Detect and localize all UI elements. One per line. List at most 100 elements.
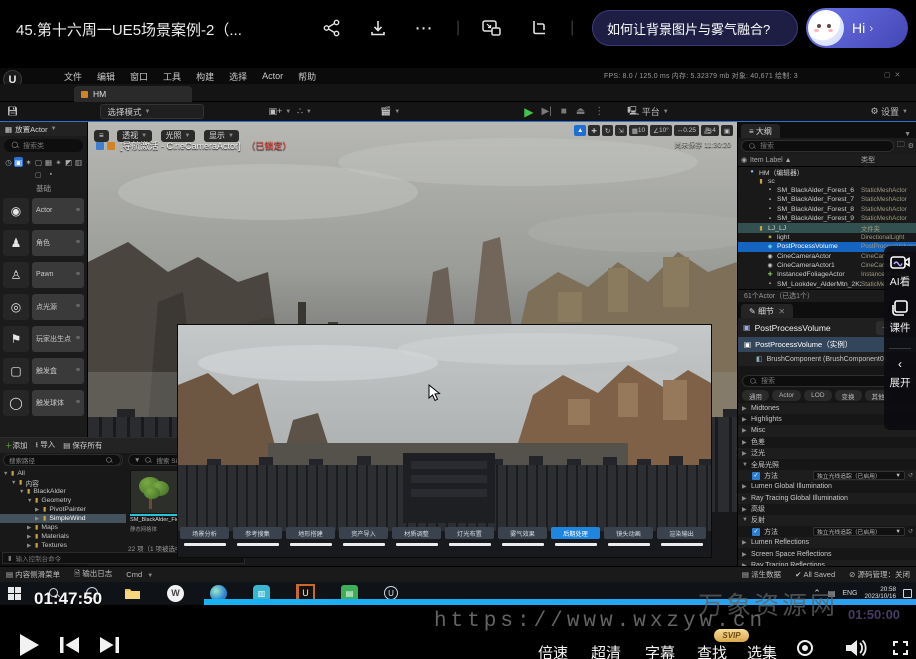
move-tool-icon[interactable]: ✚ <box>588 125 599 136</box>
tab-outliner[interactable]: ≡ 大纲 <box>741 124 780 138</box>
speed-button[interactable]: 倍速 <box>538 642 568 659</box>
place-item[interactable]: ♙Pawn≡ <box>3 261 84 288</box>
chapter-button[interactable]: 雾气效果 <box>498 527 547 539</box>
details-filter-pill[interactable]: Actor <box>772 390 801 401</box>
outliner-row[interactable]: ●HM（编辑器） <box>738 167 916 176</box>
chapter-button[interactable]: 镜头动画 <box>604 527 653 539</box>
checkbox-icon[interactable]: ✓ <box>752 472 760 480</box>
menu-item[interactable]: 编辑 <box>97 70 115 83</box>
record-icon[interactable] <box>797 640 813 656</box>
settings-dropdown[interactable]: ⚙ 设置▼ <box>870 105 908 118</box>
lights-icon[interactable]: ✶ <box>24 157 33 167</box>
path-search-input[interactable]: 搜索路径 <box>3 454 121 466</box>
panel-icon[interactable]: ▢ <box>35 171 42 179</box>
share-icon[interactable] <box>318 14 346 42</box>
subtitles-button[interactable]: 字幕 <box>645 642 675 659</box>
stop-icon[interactable]: ■ <box>561 106 567 117</box>
cinematics-icon[interactable]: 🎬︎▼ <box>380 106 400 117</box>
camera-speed-value[interactable]: 🎥︎ 4 <box>701 125 719 136</box>
chapter-button[interactable]: 场景分析 <box>180 527 229 539</box>
all-classes-icon[interactable]: ▥ <box>74 157 83 167</box>
chapter-button[interactable]: 渲染输出 <box>657 527 706 539</box>
menu-item[interactable]: 工具 <box>163 70 181 83</box>
ue-launcher-icon[interactable]: U <box>384 586 398 600</box>
content-tree-item[interactable]: ▼▮Geometry <box>0 496 126 505</box>
details-filter-pill[interactable]: 变换 <box>835 390 862 401</box>
window-crop-icon[interactable] <box>524 14 552 42</box>
details-row[interactable]: ✓方法独立光线追踪（已启用）▼↺ <box>738 470 916 481</box>
select-tool-icon[interactable]: ▲ <box>574 125 586 136</box>
details-row[interactable]: ▶Screen Space Reflections <box>738 548 916 559</box>
content-tree-item[interactable]: ▼▮BlackAlder <box>0 487 126 496</box>
derived-data-button[interactable]: ▤ 派生数据 <box>742 569 781 580</box>
menu-item[interactable]: 帮助 <box>298 70 316 83</box>
tab-details[interactable]: ✎ 细节 ✕ <box>741 304 793 318</box>
outliner-row[interactable]: ▪SM_BlackAlder_Forest_7StaticMeshActor <box>738 195 916 204</box>
effects-icon[interactable]: ✴ <box>54 157 63 167</box>
outliner-settings-icon[interactable]: ⚙ <box>908 142 914 150</box>
details-row[interactable]: ▶高级 <box>738 504 916 515</box>
volume-button[interactable] <box>845 639 867 657</box>
add-button[interactable]: ＋添加 <box>5 440 28 451</box>
scale-tool-icon[interactable]: ⇲ <box>615 125 626 136</box>
maximize-viewport-icon[interactable]: ▣ <box>721 125 733 136</box>
angle-snap-value[interactable]: ∠ 10° <box>650 125 672 136</box>
save-icon[interactable]: 💾︎ <box>7 106 18 117</box>
place-actors-header[interactable]: ▦放置Actor▼ <box>0 122 87 136</box>
fullscreen-button[interactable] <box>893 641 908 655</box>
shapes-icon[interactable]: ▢ <box>34 157 43 167</box>
close-icon[interactable]: ✕ <box>778 307 785 316</box>
details-row[interactable]: ▶色差 <box>738 437 916 448</box>
details-row[interactable]: ✓方法独立光线追踪（已启用）▼↺ <box>738 526 916 537</box>
outliner-row[interactable]: ▪SM_BlackAlder_Forest_6StaticMeshActor <box>738 186 916 195</box>
outliner-row[interactable]: ✶lightDirectionalLight <box>738 233 916 242</box>
new-folder-icon[interactable]: 🗀︎ <box>897 139 905 153</box>
find-button[interactable]: 查找 <box>697 642 727 659</box>
asset-card[interactable]: SM_BlackAlder_Field_01 静态网格体 <box>130 470 182 533</box>
recent-icon[interactable]: ◷ <box>4 157 13 167</box>
rotate-tool-icon[interactable]: ↻ <box>602 125 613 136</box>
outliner-col-label[interactable]: Item Label ▲ <box>750 157 792 164</box>
menu-item[interactable]: 文件 <box>64 70 82 83</box>
episodes-button[interactable]: 选集 <box>747 642 777 659</box>
content-tree-item[interactable]: ▶▮PivotPainter <box>0 505 126 514</box>
blueprint-icon[interactable]: ∴▼ <box>297 106 312 117</box>
platform-dropdown[interactable]: 🖳︎ 平台▼ <box>627 104 668 120</box>
checkbox-icon[interactable]: ✓ <box>752 528 760 536</box>
content-tree-item[interactable]: ▼▮All <box>0 469 126 478</box>
details-row[interactable]: ▶Ray Tracing Global Illumination <box>738 493 916 504</box>
place-item[interactable]: ♟角色≡ <box>3 229 84 256</box>
basic-icon[interactable]: ▣ <box>14 157 23 167</box>
outliner-row[interactable]: ▮sc <box>738 176 916 185</box>
place-item[interactable]: ◉Actor≡ <box>3 197 84 224</box>
chapter-button[interactable]: 地形搭建 <box>286 527 335 539</box>
language-indicator[interactable]: ENG <box>842 590 857 597</box>
scale-snap-value[interactable]: ↔ 0.25 <box>674 125 699 136</box>
select-mode-dropdown[interactable]: 选择模式▼ <box>100 104 204 119</box>
chapter-button[interactable]: 资产导入 <box>339 527 388 539</box>
details-row[interactable]: ▶Lumen Global Illumination <box>738 481 916 492</box>
details-filter-pill[interactable]: LOD <box>804 390 831 401</box>
picture-in-picture-icon[interactable] <box>478 14 506 42</box>
all-saved-status[interactable]: ✔ All Saved <box>795 570 835 579</box>
content-tree-item[interactable]: ▶▮Textures <box>0 541 126 550</box>
content-tree-item[interactable]: ▼▮内容 <box>0 478 126 487</box>
expand-button[interactable]: ‹ 展开 <box>890 357 911 390</box>
grid-icon[interactable]: ▪ <box>50 171 52 179</box>
source-control-status[interactable]: ⊘ 源码管理：关闭 <box>849 569 910 580</box>
place-item[interactable]: ◎点光源≡ <box>3 293 84 320</box>
volumes-icon[interactable]: ◩ <box>64 157 73 167</box>
menu-item[interactable]: 窗口 <box>130 70 148 83</box>
file-explorer-icon[interactable] <box>124 585 141 602</box>
place-search-input[interactable]: 搜索类 <box>4 139 83 152</box>
outliner-col-type[interactable]: 类型 <box>861 155 916 165</box>
skip-icon[interactable]: ▶| <box>541 106 551 117</box>
chapter-button[interactable]: 参考搜集 <box>233 527 282 539</box>
grid-snap-value[interactable]: ▦ 10 <box>629 125 648 136</box>
chapter-button[interactable]: 后期处理 <box>551 527 600 539</box>
eject-icon[interactable]: ⏏ <box>576 106 585 117</box>
place-item[interactable]: ◯触发球体≡ <box>3 389 84 416</box>
outliner-search-input[interactable]: 搜索 <box>741 140 894 152</box>
property-dropdown[interactable]: 独立光线追踪（已启用）▼ <box>813 527 905 536</box>
menu-item[interactable]: Actor <box>262 71 283 81</box>
